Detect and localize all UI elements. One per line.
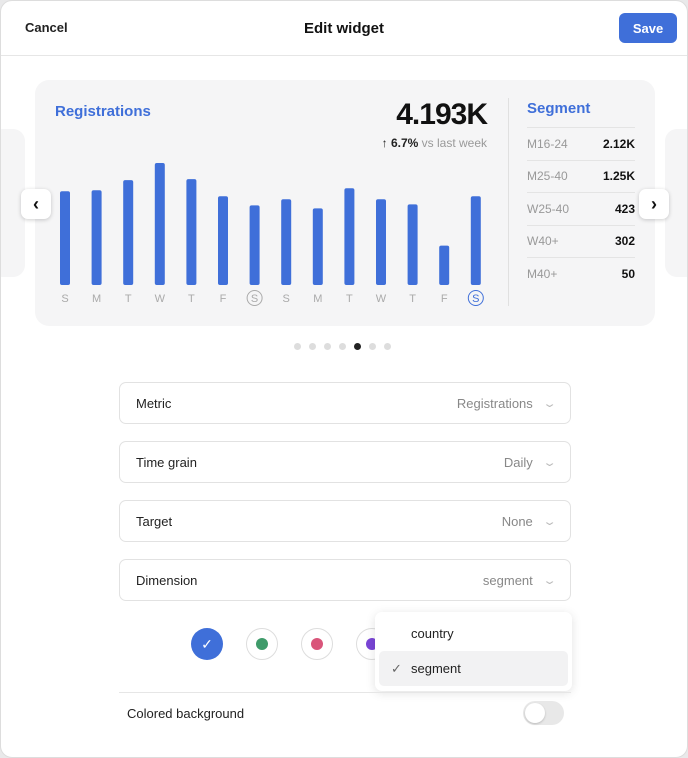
bar [249, 205, 260, 285]
option-segment[interactable]: ✓ segment [379, 651, 568, 686]
x-tick-label: T [346, 293, 353, 305]
widget-preview-card: Registrations 4.193K ↑ 6.7% vs last week… [35, 80, 655, 326]
chevron-left-icon[interactable]: ‹ [21, 189, 51, 219]
select-time-grain[interactable]: Time grain Daily ⌄ [119, 441, 571, 483]
carousel-dot[interactable] [384, 343, 391, 350]
field-label: Dimension [136, 572, 198, 588]
edit-widget-sheet: Cancel Edit widget Save Registrations 4.… [0, 0, 688, 758]
segment-value: 302 [614, 234, 635, 249]
select-target[interactable]: Target None ⌄ [119, 500, 571, 542]
x-tick-label: W [155, 293, 166, 305]
carousel-dot[interactable] [309, 343, 316, 350]
field-value: None [501, 513, 533, 529]
option-label: country [411, 626, 454, 641]
page-title: Edit widget [304, 20, 384, 37]
segment-value: 2.12K [602, 136, 635, 151]
select-dimension[interactable]: Dimension segment ⌄ [119, 559, 571, 601]
color-swatch[interactable]: ✓ [191, 628, 223, 660]
chevron-down-icon: ⌄ [542, 515, 557, 528]
x-tick-label: W [376, 293, 387, 305]
field-label: Metric [136, 395, 172, 411]
x-tick-label: S [472, 293, 479, 305]
bar [218, 196, 228, 285]
colored-background-label: Colored background [127, 706, 245, 721]
x-tick-label: M [92, 293, 101, 305]
field-value: segment [482, 572, 533, 588]
carousel-dot[interactable] [324, 343, 331, 350]
segment-value: 423 [614, 201, 635, 216]
color-dot [311, 638, 323, 650]
bar [186, 179, 197, 285]
carousel-dots [294, 343, 391, 350]
select-metric[interactable]: Metric Registrations ⌄ [119, 382, 571, 424]
segment-key: M40+ [527, 266, 558, 281]
carousel-dot[interactable] [369, 343, 376, 350]
bar [154, 163, 165, 285]
bar [376, 199, 386, 285]
x-tick-label: M [313, 293, 322, 305]
x-tick-label: T [188, 293, 195, 305]
save-button[interactable]: Save [619, 13, 677, 43]
option-label: segment [411, 661, 461, 676]
x-tick-label: T [409, 293, 416, 305]
segment-value: 50 [621, 266, 635, 281]
segment-key: W40+ [527, 234, 559, 249]
bar [470, 196, 481, 285]
x-tick-label: T [125, 293, 132, 305]
chevron-right-icon[interactable]: › [639, 189, 669, 219]
bar [91, 190, 102, 285]
carousel-dot[interactable] [354, 343, 361, 350]
carousel-dot[interactable] [294, 343, 301, 350]
chevron-down-icon: ⌄ [542, 456, 557, 469]
x-tick-label: F [441, 293, 448, 305]
divider [508, 98, 509, 306]
field-label: Time grain [136, 454, 197, 470]
segment-value: 1.25K [602, 169, 635, 184]
x-tick-label: S [283, 293, 290, 305]
x-tick-label: F [220, 293, 227, 305]
checkmark-icon: ✓ [201, 635, 213, 652]
divider [119, 692, 571, 693]
colored-background-toggle[interactable] [523, 701, 564, 725]
carousel-dot[interactable] [339, 343, 346, 350]
segment-row: M25-40 1.25K [527, 159, 635, 193]
field-value: Registrations [456, 395, 533, 411]
segment-panel: Segment M16-24 2.12K M25-40 1.25K W25-40 423 W… [527, 100, 635, 290]
header: Cancel Edit widget Save [1, 1, 687, 56]
segment-row: W25-40 423 [527, 192, 635, 225]
field-label: Target [136, 513, 173, 529]
color-swatch[interactable] [301, 628, 333, 660]
chevron-down-icon: ⌄ [542, 574, 557, 587]
segment-title: Segment [527, 100, 591, 117]
bar-chart: SMTWTFSSMTWTFS [60, 163, 484, 306]
segment-row: M40+ 50 [527, 257, 635, 290]
checkmark-icon: ✓ [391, 660, 402, 676]
bar [407, 204, 418, 285]
segment-key: M16-24 [527, 136, 568, 151]
segment-row: M16-24 2.12K [527, 127, 635, 160]
bar [312, 208, 323, 285]
color-dot [256, 638, 268, 650]
chevron-down-icon: ⌄ [542, 397, 557, 410]
option-country[interactable]: country [379, 616, 568, 651]
segment-row: W40+ 302 [527, 224, 635, 258]
bar [281, 199, 292, 285]
bar [439, 245, 450, 285]
field-value: Daily [503, 454, 533, 470]
x-tick-label: S [251, 293, 258, 305]
segment-key: W25-40 [527, 201, 570, 216]
bar [344, 188, 355, 285]
bar [60, 191, 70, 285]
bar [123, 180, 134, 285]
dimension-dropdown-menu: country ✓ segment [375, 612, 572, 691]
color-swatch[interactable] [246, 628, 278, 660]
x-tick-label: S [61, 293, 68, 305]
segment-key: M25-40 [527, 169, 568, 184]
